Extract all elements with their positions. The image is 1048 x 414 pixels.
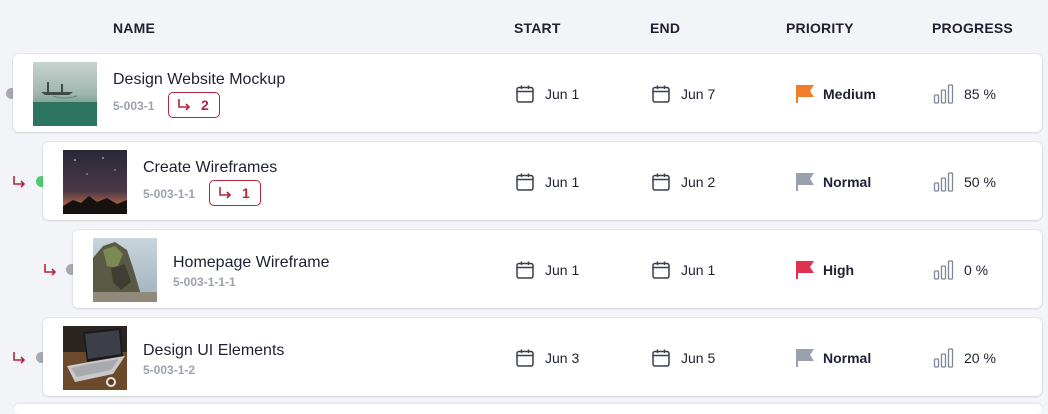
calendar-icon bbox=[652, 85, 670, 103]
progress-cell[interactable]: 20 % bbox=[933, 348, 996, 368]
priority-label: Medium bbox=[823, 86, 876, 102]
calendar-icon bbox=[516, 261, 534, 279]
bar-chart-icon bbox=[933, 348, 954, 368]
priority-label: Normal bbox=[823, 350, 872, 366]
subtask-arrow-icon bbox=[13, 352, 26, 364]
progress-cell[interactable]: 85 % bbox=[933, 84, 996, 104]
end-date[interactable]: Jun 2 bbox=[651, 172, 715, 192]
column-header-name[interactable]: NAME bbox=[113, 20, 155, 36]
subtask-count: 2 bbox=[201, 97, 209, 113]
bar-chart-icon bbox=[933, 84, 954, 104]
progress-value: 50 % bbox=[964, 174, 996, 190]
priority-cell[interactable]: Normal bbox=[795, 348, 871, 368]
start-date-value: Jun 1 bbox=[545, 86, 580, 102]
next-row-edge bbox=[14, 404, 1042, 414]
end-date-value: Jun 5 bbox=[681, 350, 716, 366]
column-header-priority[interactable]: PRIORITY bbox=[786, 20, 854, 36]
end-date-value: Jun 7 bbox=[681, 86, 716, 102]
calendar-icon bbox=[516, 85, 534, 103]
priority-cell[interactable]: High bbox=[795, 260, 854, 280]
subtask-arrow-icon bbox=[13, 176, 26, 188]
end-date-value: Jun 1 bbox=[681, 262, 716, 278]
subtask-count-badge[interactable]: 1 bbox=[209, 180, 261, 206]
task-code: 5-003-1 bbox=[113, 99, 155, 113]
priority-label: Normal bbox=[823, 174, 872, 190]
task-row-design-website-mockup[interactable]: Design Website Mockup 5-003-1 2 Jun 1 Ju… bbox=[13, 54, 1042, 132]
calendar-icon bbox=[652, 261, 670, 279]
flag-icon bbox=[796, 173, 814, 191]
subtask-count-badge[interactable]: 2 bbox=[168, 92, 220, 118]
end-date-value: Jun 2 bbox=[681, 174, 716, 190]
start-date-value: Jun 1 bbox=[545, 262, 580, 278]
progress-value: 20 % bbox=[964, 350, 996, 366]
bar-chart-icon bbox=[933, 172, 954, 192]
progress-value: 85 % bbox=[964, 86, 996, 102]
progress-value: 0 % bbox=[964, 262, 989, 278]
flag-icon bbox=[796, 349, 814, 367]
start-date-value: Jun 1 bbox=[545, 174, 580, 190]
end-date[interactable]: Jun 1 bbox=[651, 260, 715, 280]
start-date-value: Jun 3 bbox=[545, 350, 580, 366]
task-title[interactable]: Create Wireframes bbox=[143, 159, 277, 177]
task-row-design-ui-elements[interactable]: Design UI Elements 5-003-1-2 Jun 3 Jun 5… bbox=[43, 318, 1042, 396]
task-code: 5-003-1-1 bbox=[143, 187, 196, 201]
start-date[interactable]: Jun 3 bbox=[515, 348, 579, 368]
column-header-start[interactable]: START bbox=[514, 20, 561, 36]
end-date[interactable]: Jun 5 bbox=[651, 348, 715, 368]
priority-cell[interactable]: Normal bbox=[795, 172, 871, 192]
progress-cell[interactable]: 0 % bbox=[933, 260, 988, 280]
start-date[interactable]: Jun 1 bbox=[515, 260, 579, 280]
progress-cell[interactable]: 50 % bbox=[933, 172, 996, 192]
column-header-progress[interactable]: PROGRESS bbox=[932, 20, 1013, 36]
subtask-arrow-icon bbox=[219, 187, 232, 199]
task-code: 5-003-1-1-1 bbox=[173, 275, 236, 289]
task-title[interactable]: Homepage Wireframe bbox=[173, 254, 330, 272]
lake-canoe-photo bbox=[33, 62, 97, 126]
task-code: 5-003-1-2 bbox=[143, 363, 196, 377]
task-row-create-wireframes[interactable]: Create Wireframes 5-003-1-1 1 Jun 1 Jun … bbox=[43, 142, 1042, 220]
priority-label: High bbox=[823, 262, 855, 278]
calendar-icon bbox=[652, 349, 670, 367]
task-row-homepage-wireframe[interactable]: Homepage Wireframe 5-003-1-1-1 Jun 1 Jun… bbox=[73, 230, 1042, 308]
subtask-arrow-icon bbox=[44, 264, 57, 276]
night-sky-photo bbox=[63, 150, 127, 214]
start-date[interactable]: Jun 1 bbox=[515, 172, 579, 192]
calendar-icon bbox=[516, 349, 534, 367]
table-header: NAME START END PRIORITY PROGRESS bbox=[0, 0, 1048, 54]
task-title[interactable]: Design UI Elements bbox=[143, 342, 284, 360]
flag-icon bbox=[796, 85, 814, 103]
calendar-icon bbox=[652, 173, 670, 191]
subtask-count: 1 bbox=[242, 185, 250, 201]
subtask-arrow-icon bbox=[178, 99, 191, 111]
laptop-desk-photo bbox=[63, 326, 127, 390]
task-title[interactable]: Design Website Mockup bbox=[113, 71, 285, 89]
coastal-cliff-photo bbox=[93, 238, 157, 302]
flag-icon bbox=[796, 261, 814, 279]
bar-chart-icon bbox=[933, 260, 954, 280]
end-date[interactable]: Jun 7 bbox=[651, 84, 715, 104]
column-header-end[interactable]: END bbox=[650, 20, 680, 36]
calendar-icon bbox=[516, 173, 534, 191]
priority-cell[interactable]: Medium bbox=[795, 84, 876, 104]
start-date[interactable]: Jun 1 bbox=[515, 84, 579, 104]
